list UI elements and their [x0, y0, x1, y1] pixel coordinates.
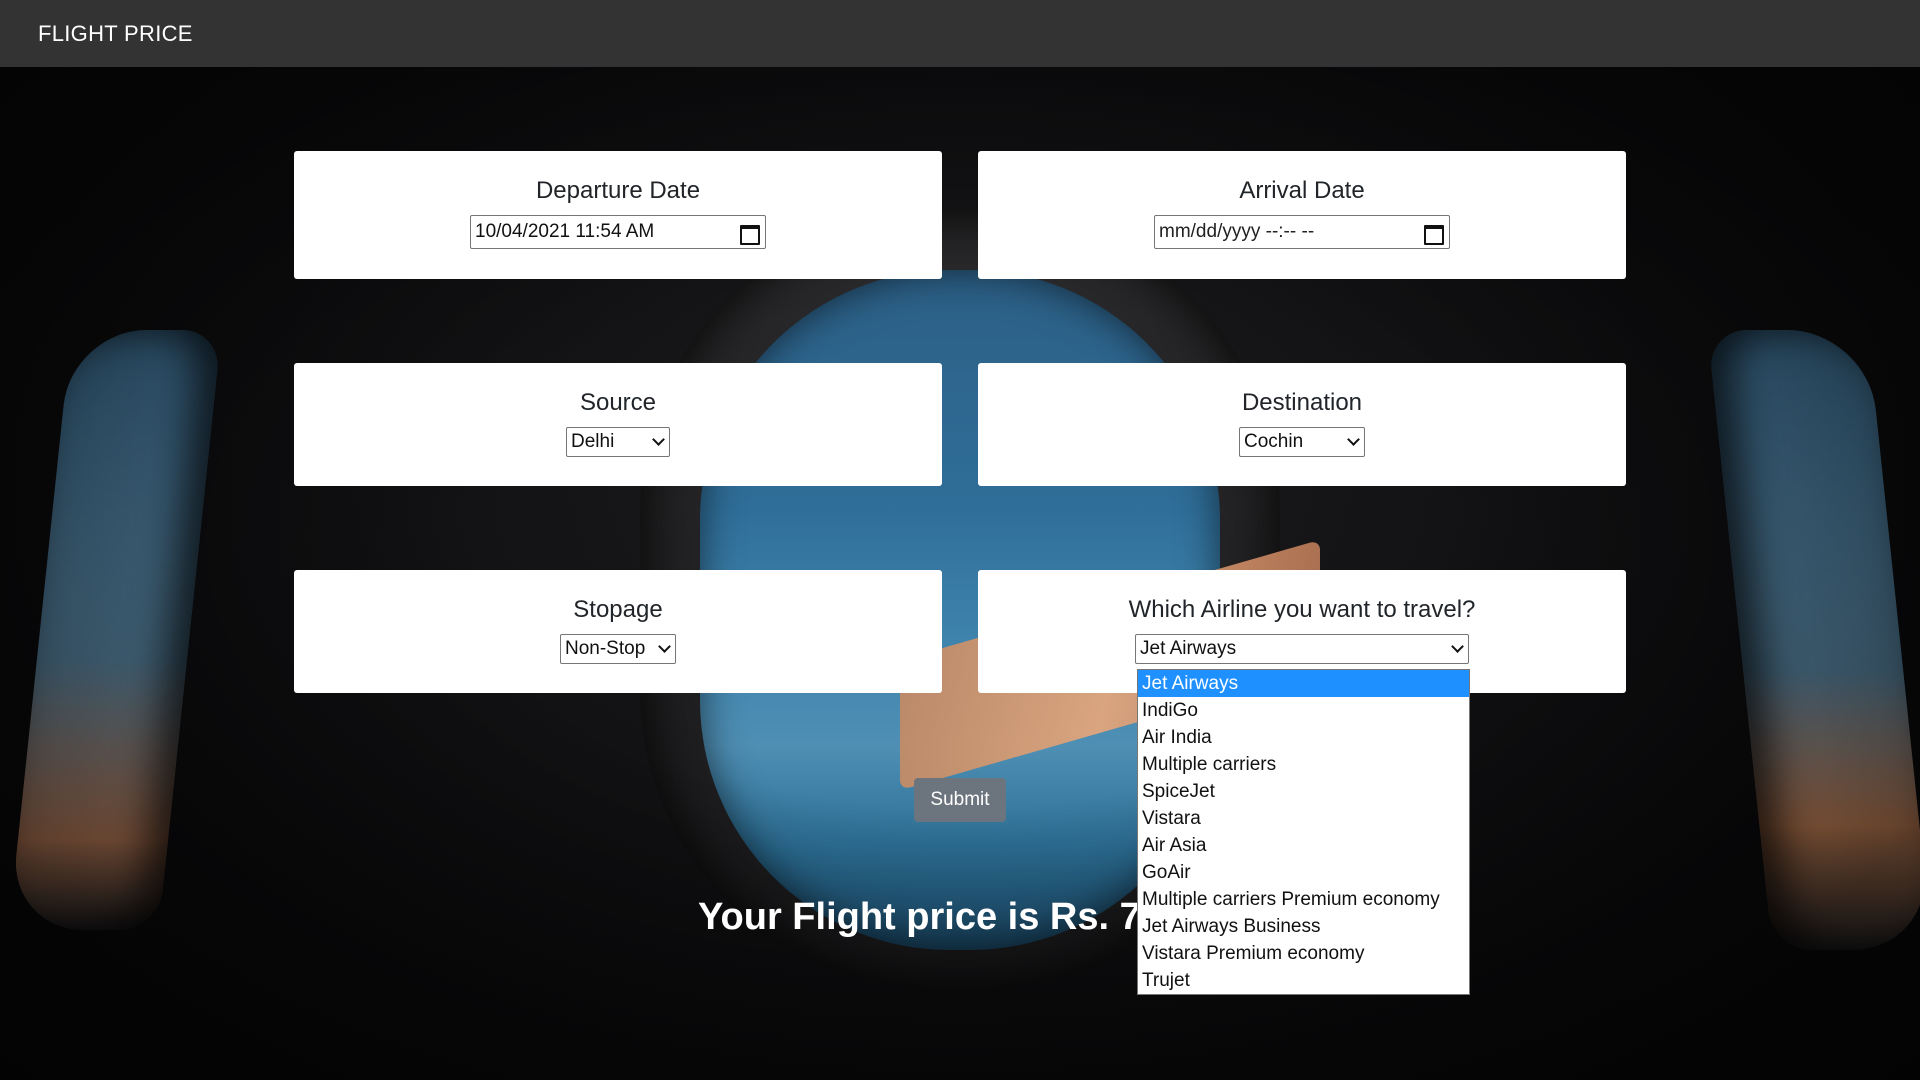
airline-option[interactable]: Vistara Premium economy	[1138, 940, 1469, 967]
navbar: FLIGHT PRICE	[0, 0, 1920, 67]
source-card: Source Delhi	[294, 363, 942, 486]
source-label: Source	[579, 389, 657, 416]
airline-option[interactable]: GoAir	[1138, 859, 1469, 886]
source-selected: Delhi	[571, 431, 615, 452]
airline-dropdown-list[interactable]: Jet Airways IndiGo Air India Multiple carri…	[1137, 669, 1470, 995]
departure-date-card: Departure Date 10/04/2021 11:54 AM	[294, 151, 942, 279]
departure-date-input[interactable]: 10/04/2021 11:54 AM	[470, 215, 766, 249]
arrival-date-card: Arrival Date mm/dd/yyyy --:-- --	[978, 151, 1626, 279]
departure-date-value: 10/04/2021 11:54 AM	[475, 221, 655, 242]
calendar-icon[interactable]	[739, 222, 760, 245]
airline-option[interactable]: Trujet	[1138, 967, 1469, 994]
flight-price-result: Your Flight price is Rs. 717	[698, 896, 1138, 938]
airline-label: Which Airline you want to travel?	[1128, 596, 1476, 623]
airline-select[interactable]: Jet Airways	[1135, 634, 1469, 664]
airline-option[interactable]: Vistara	[1138, 805, 1469, 832]
airline-option[interactable]: Air Asia	[1138, 832, 1469, 859]
departure-date-label: Departure Date	[535, 177, 701, 204]
airline-option[interactable]: Multiple carriers	[1138, 751, 1469, 778]
arrival-date-input[interactable]: mm/dd/yyyy --:-- --	[1154, 215, 1450, 249]
calendar-icon[interactable]	[1423, 222, 1444, 245]
chevron-down-icon	[1451, 640, 1464, 653]
airline-option[interactable]: Air India	[1138, 724, 1469, 751]
airline-option[interactable]: SpiceJet	[1138, 778, 1469, 805]
stopage-label: Stopage	[573, 596, 663, 623]
destination-select[interactable]: Cochin	[1239, 427, 1365, 457]
arrival-date-label: Arrival Date	[1239, 177, 1365, 204]
stopage-card: Stopage Non-Stop	[294, 570, 942, 693]
airline-option[interactable]: Multiple carriers Premium economy	[1138, 886, 1469, 913]
brand-link[interactable]: FLIGHT PRICE	[38, 21, 193, 47]
airline-selected: Jet Airways	[1140, 638, 1237, 659]
stopage-select[interactable]: Non-Stop	[560, 634, 676, 664]
chevron-down-icon	[652, 433, 665, 446]
airline-option[interactable]: Jet Airways Business	[1138, 913, 1469, 940]
stopage-selected: Non-Stop	[565, 638, 646, 659]
arrival-date-placeholder: mm/dd/yyyy --:-- --	[1159, 221, 1315, 242]
source-select[interactable]: Delhi	[566, 427, 670, 457]
airline-option[interactable]: Jet Airways	[1138, 670, 1469, 697]
submit-button[interactable]: Submit	[914, 778, 1006, 822]
destination-selected: Cochin	[1244, 431, 1304, 452]
destination-label: Destination	[1241, 389, 1363, 416]
airline-option[interactable]: IndiGo	[1138, 697, 1469, 724]
chevron-down-icon	[658, 640, 671, 653]
chevron-down-icon	[1347, 433, 1360, 446]
destination-card: Destination Cochin	[978, 363, 1626, 486]
